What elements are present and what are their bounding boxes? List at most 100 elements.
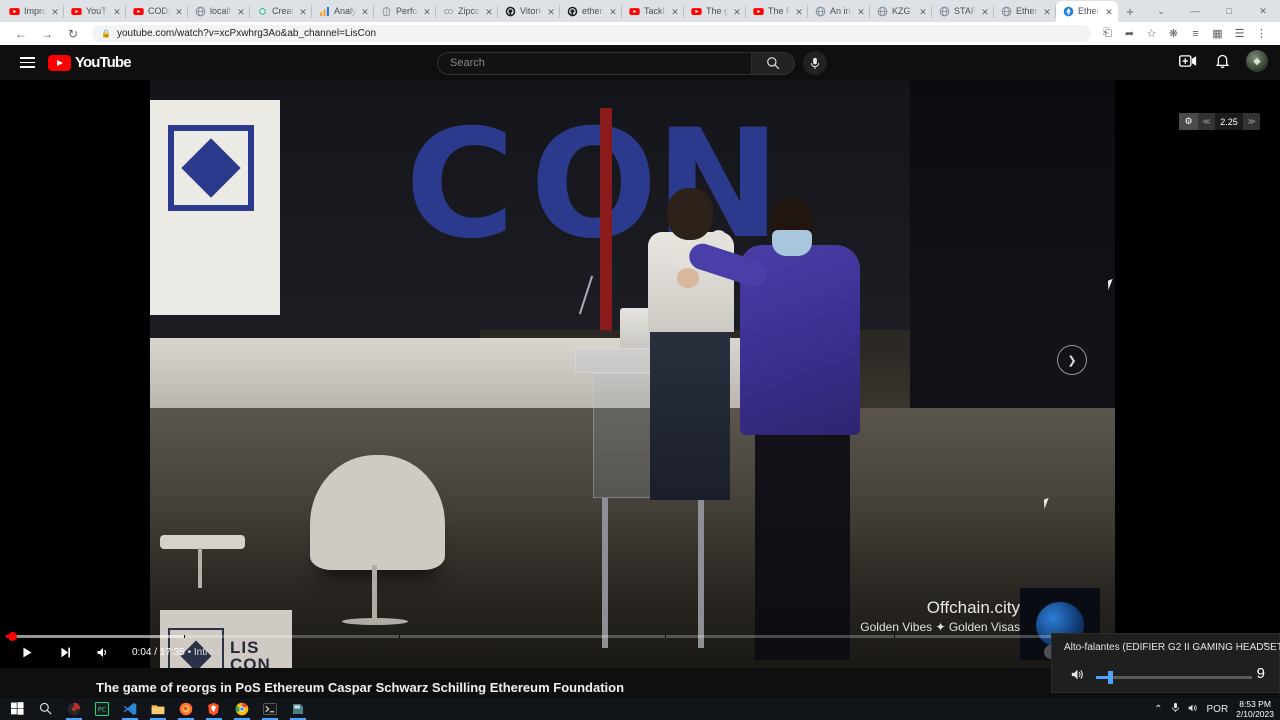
site-lock-icon: 🔒: [101, 29, 111, 38]
video-frame[interactable]: C O N LIS CON Offchain.city Golden Vibes…: [150, 80, 1115, 668]
playback-speed-overlay[interactable]: ⚙ ≪ 2.25 ≫: [1179, 113, 1260, 130]
browser-tab[interactable]: The P ✕: [746, 1, 808, 22]
tab-close-icon[interactable]: ✕: [1042, 7, 1052, 17]
tab-close-icon[interactable]: ✕: [484, 7, 494, 17]
taskbar-items: PC: [4, 698, 312, 720]
volume-osd[interactable]: Alto-falantes (EDIFIER G2 II GAMING HEAD…: [1051, 633, 1280, 693]
install-icon[interactable]: ⎗: [1097, 23, 1118, 44]
browser-tab[interactable]: ethere ✕: [560, 1, 622, 22]
browser-tab[interactable]: Perfo ✕: [374, 1, 436, 22]
tab-close-icon[interactable]: ✕: [236, 7, 246, 17]
window-maximize-button[interactable]: □: [1212, 0, 1246, 22]
browser-tab[interactable]: KZG p ✕: [870, 1, 932, 22]
browser-tab[interactable]: Tacklin ✕: [622, 1, 684, 22]
guide-menu-icon[interactable]: [12, 48, 42, 78]
search-button[interactable]: [752, 51, 795, 75]
volume-icon[interactable]: [84, 638, 122, 666]
audio-device-expand-icon[interactable]: ⌃: [1261, 641, 1269, 652]
address-bar[interactable]: 🔒 youtube.com/watch?v=xcPxwhrg3Ao&ab_cha…: [92, 25, 1091, 42]
tab-close-icon[interactable]: ✕: [670, 7, 680, 17]
bookmark-star-icon[interactable]: ☆: [1141, 23, 1162, 44]
forward-button[interactable]: →: [34, 23, 60, 45]
tab-close-icon[interactable]: ✕: [546, 7, 556, 17]
browser-tab[interactable]: Ethere ✕: [994, 1, 1056, 22]
volume-mute-icon[interactable]: [1070, 668, 1085, 684]
taskbar-firefox[interactable]: [172, 698, 200, 720]
taskbar-vscode[interactable]: [116, 698, 144, 720]
window-minimize-button[interactable]: —: [1178, 0, 1212, 22]
tab-close-icon[interactable]: ✕: [360, 7, 370, 17]
microphone-icon[interactable]: [1171, 702, 1180, 716]
chrome-menu-icon[interactable]: ⋮: [1251, 23, 1272, 44]
taskbar-clock[interactable]: 8:53 PM 2/10/2023: [1236, 699, 1274, 719]
language-indicator[interactable]: POR: [1207, 704, 1229, 715]
next-video-icon[interactable]: [46, 638, 84, 666]
speed-gear-icon[interactable]: ⚙: [1179, 113, 1198, 130]
reading-list-icon[interactable]: ≡: [1185, 23, 1206, 44]
notifications-bell-icon[interactable]: [1212, 51, 1232, 71]
taskbar-file-explorer[interactable]: [144, 698, 172, 720]
tray-expand-chevron-icon[interactable]: ⌃: [1154, 704, 1162, 715]
browser-tab[interactable]: STARK ✕: [932, 1, 994, 22]
side-panel-icon[interactable]: ▦: [1207, 23, 1228, 44]
share-icon[interactable]: ➦: [1119, 23, 1140, 44]
tab-close-icon[interactable]: ✕: [1104, 7, 1114, 17]
chapter-name[interactable]: Intro: [194, 647, 214, 658]
speed-decrease-button[interactable]: ≪: [1198, 113, 1215, 130]
taskbar-app-teal[interactable]: [284, 698, 312, 720]
tray-volume-icon[interactable]: [1188, 703, 1199, 716]
tab-close-icon[interactable]: ✕: [794, 7, 804, 17]
tab-close-icon[interactable]: ✕: [50, 7, 60, 17]
browser-tab[interactable]: YouTu ✕: [64, 1, 126, 22]
tab-close-icon[interactable]: ✕: [856, 7, 866, 17]
browser-tab[interactable]: Impro ✕: [2, 1, 64, 22]
tab-close-icon[interactable]: ✕: [298, 7, 308, 17]
window-close-button[interactable]: ✕: [1246, 0, 1280, 22]
speed-increase-button[interactable]: ≫: [1243, 113, 1260, 130]
account-avatar[interactable]: ◆: [1246, 50, 1268, 72]
browser-tab[interactable]: CODE ✕: [126, 1, 188, 22]
browser-toolbar: ← → ↻ 🔒 youtube.com/watch?v=xcPxwhrg3Ao&…: [0, 22, 1280, 45]
backdrop-logo-panel: [150, 100, 280, 315]
taskbar-pycharm[interactable]: PC: [88, 698, 116, 720]
tab-close-icon[interactable]: ✕: [112, 7, 122, 17]
browser-tab[interactable]: Ethere ✕: [1056, 1, 1118, 22]
tab-close-icon[interactable]: ✕: [608, 7, 618, 17]
tab-close-icon[interactable]: ✕: [980, 7, 990, 17]
video-stage[interactable]: C O N LIS CON Offchain.city Golden Vibes…: [0, 80, 1280, 668]
browser-tab[interactable]: Create ✕: [250, 1, 312, 22]
tab-close-icon[interactable]: ✕: [422, 7, 432, 17]
volume-slider[interactable]: [1096, 671, 1252, 684]
profile-icon[interactable]: ☰: [1229, 23, 1250, 44]
next-video-arrow-icon[interactable]: ❯: [1057, 345, 1087, 375]
browser-tab[interactable]: An inc ✕: [808, 1, 870, 22]
youtube-logo[interactable]: YouTube: [48, 54, 132, 71]
new-tab-button[interactable]: +: [1118, 1, 1142, 22]
taskbar-terminal[interactable]: [256, 698, 284, 720]
reload-button[interactable]: ↻: [60, 23, 86, 45]
browser-tab[interactable]: Vitork ✕: [498, 1, 560, 22]
tab-close-icon[interactable]: ✕: [174, 7, 184, 17]
back-button[interactable]: ←: [8, 23, 34, 45]
taskbar-search-button[interactable]: [32, 698, 60, 720]
play-icon[interactable]: [8, 638, 46, 666]
browser-tab[interactable]: Zipco ✕: [436, 1, 498, 22]
browser-tab[interactable]: Analy ✕: [312, 1, 374, 22]
window-minimize-group-button[interactable]: ⌄: [1144, 0, 1178, 22]
tab-close-icon[interactable]: ✕: [732, 7, 742, 17]
voice-search-icon[interactable]: [803, 51, 827, 75]
taskbar-chrome[interactable]: [228, 698, 256, 720]
create-video-icon[interactable]: [1178, 51, 1198, 71]
volume-slider-knob[interactable]: [1108, 671, 1114, 684]
speaker-one-legs: [650, 330, 730, 500]
extensions-icon[interactable]: ❋: [1163, 23, 1184, 44]
search-input[interactable]: Search: [437, 51, 752, 75]
taskbar-app-dark-red[interactable]: [60, 698, 88, 720]
browser-tab[interactable]: localh ✕: [188, 1, 250, 22]
taskbar-start-button[interactable]: [4, 698, 32, 720]
chapter-chevron-icon[interactable]: ›: [217, 647, 220, 658]
youtube-icon: [691, 6, 702, 17]
tab-close-icon[interactable]: ✕: [918, 7, 928, 17]
browser-tab[interactable]: The g ✕: [684, 1, 746, 22]
taskbar-brave[interactable]: [200, 698, 228, 720]
